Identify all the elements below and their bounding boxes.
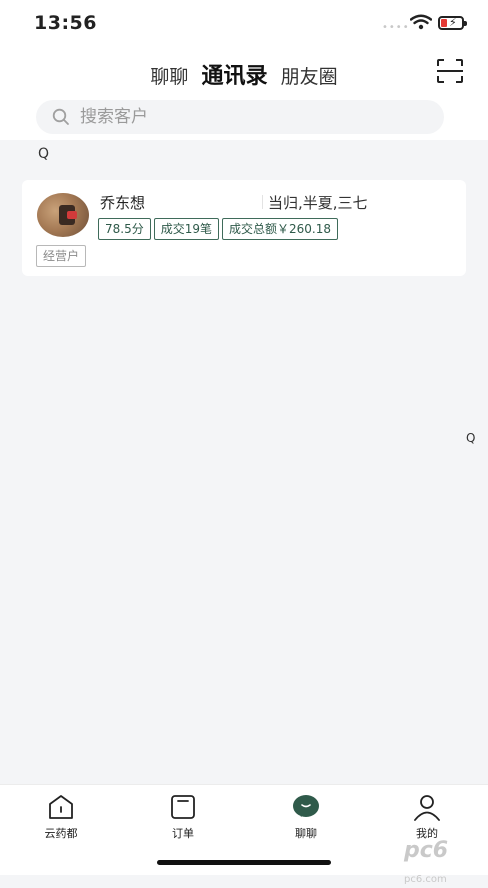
battery-level xyxy=(441,19,447,27)
avatar xyxy=(37,193,89,237)
divider xyxy=(262,195,263,209)
nav-orders-label: 订单 xyxy=(172,827,194,840)
wifi-icon xyxy=(410,14,432,30)
nav-home[interactable]: 云药都 xyxy=(26,793,96,841)
chat-icon xyxy=(293,795,319,817)
search-input[interactable]: 搜索客户 xyxy=(80,100,148,134)
contact-products: 当归,半夏,三七 xyxy=(268,194,368,212)
contact-card[interactable]: 乔东想 当归,半夏,三七 78.5分 成交19笔 成交总额￥260.18 经营户 xyxy=(22,180,466,276)
top-tabs: 聊聊 通讯录 朋友圈 xyxy=(0,58,488,90)
battery-icon: ⚡ xyxy=(438,16,467,30)
nav-profile[interactable]: 我的 xyxy=(392,793,462,841)
avatar-shape xyxy=(67,211,77,219)
nav-home-label: 云药都 xyxy=(44,827,78,840)
score-tag: 78.5分 xyxy=(98,218,151,240)
tag-list: 78.5分 成交19笔 成交总额￥260.18 xyxy=(98,218,341,240)
status-bar: 13:56 •••• ⚡ xyxy=(0,0,488,48)
tab-contacts[interactable]: 通讯录 xyxy=(201,58,267,90)
alphabet-index[interactable]: Q xyxy=(466,431,475,445)
header: 聊聊 通讯录 朋友圈 搜索客户 xyxy=(0,48,488,140)
home-indicator xyxy=(157,860,331,865)
nav-chat-label: 聊聊 xyxy=(295,827,317,840)
tab-chat[interactable]: 聊聊 xyxy=(150,62,188,89)
order-icon xyxy=(171,795,195,819)
deal-total-tag: 成交总额￥260.18 xyxy=(222,218,339,240)
status-time: 13:56 xyxy=(34,12,97,34)
nav-chat[interactable]: 聊聊 xyxy=(271,793,341,841)
profile-icon xyxy=(414,795,440,821)
nav-orders[interactable]: 订单 xyxy=(148,793,218,841)
watermark-domain: pc6.com xyxy=(404,874,447,885)
charging-icon: ⚡ xyxy=(449,16,457,29)
watermark: pc6 pc6.com xyxy=(404,838,488,888)
watermark-logo: pc6 xyxy=(404,838,449,863)
search-bar[interactable]: 搜索客户 xyxy=(36,100,444,134)
tab-moments[interactable]: 朋友圈 xyxy=(281,62,338,89)
search-icon xyxy=(52,108,69,125)
business-type-tag: 经营户 xyxy=(36,245,87,267)
signal-icon: •••• xyxy=(382,22,410,33)
home-icon xyxy=(49,795,73,819)
deal-count-tag: 成交19笔 xyxy=(153,218,220,240)
section-header: Q xyxy=(38,146,50,162)
contact-name: 乔东想 xyxy=(100,194,146,212)
scan-icon[interactable] xyxy=(436,58,464,84)
